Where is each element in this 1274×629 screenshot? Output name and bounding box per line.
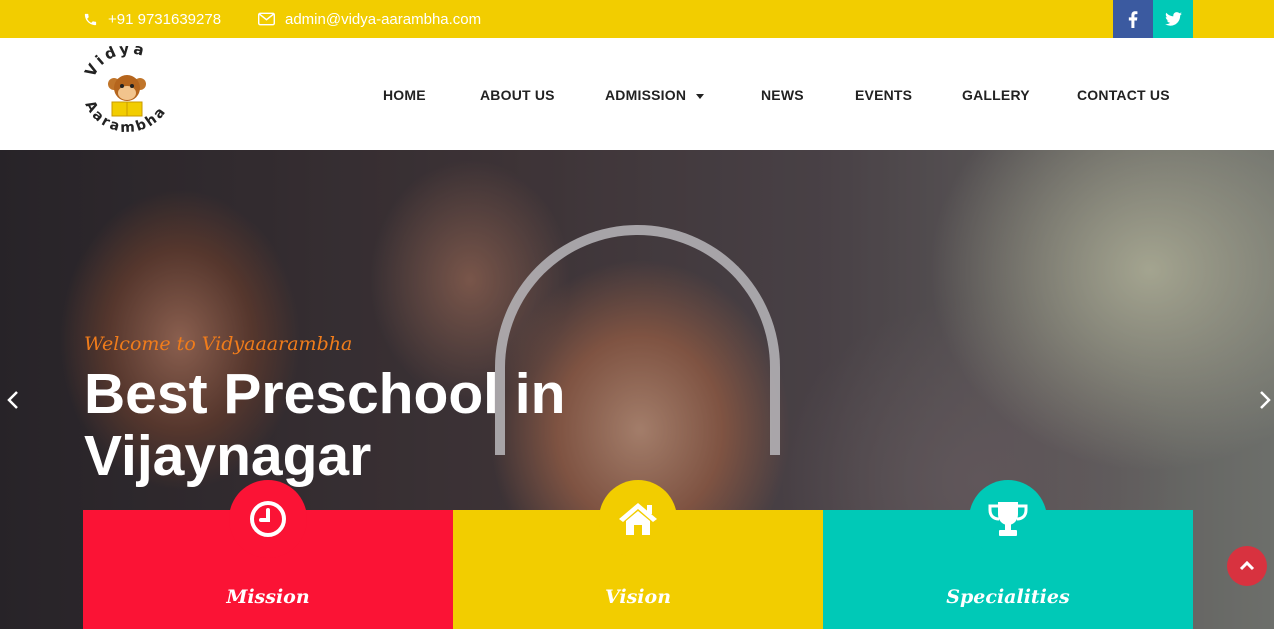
phone-contact[interactable]: +91 9731639278 xyxy=(83,0,221,38)
email-address: admin@vidya-aarambha.com xyxy=(285,10,482,28)
chevron-right-icon xyxy=(1260,391,1271,409)
chevron-up-icon xyxy=(1239,560,1255,571)
nav-contact-us[interactable]: CONTACT US xyxy=(1077,87,1170,103)
vision-label: Vision xyxy=(604,586,672,608)
monkey-mascot-icon xyxy=(108,75,146,117)
site-header: Vidya Aarambha HOME ABOUT US ADMISSION N… xyxy=(0,38,1274,150)
site-logo[interactable]: Vidya Aarambha xyxy=(78,39,178,142)
phone-number: +91 9731639278 xyxy=(108,10,222,28)
facebook-icon xyxy=(1128,10,1138,28)
hero-slider: Welcome to Vidyaaarambha Best Preschool … xyxy=(0,150,1274,629)
home-icon xyxy=(619,503,657,535)
phone-icon xyxy=(84,13,97,25)
specialities-label: Specialities xyxy=(946,586,1070,608)
slider-prev-button[interactable] xyxy=(2,388,26,412)
specialities-icon-badge xyxy=(969,480,1047,558)
mission-card[interactable]: Mission xyxy=(83,480,453,629)
nav-home[interactable]: HOME xyxy=(383,87,426,103)
specialities-card[interactable]: Specialities xyxy=(823,480,1193,629)
nav-events[interactable]: EVENTS xyxy=(855,87,912,103)
nav-gallery[interactable]: GALLERY xyxy=(962,87,1030,103)
nav-about-us[interactable]: ABOUT US xyxy=(480,87,555,103)
logo-text-top: Vidya xyxy=(81,39,146,80)
chevron-left-icon xyxy=(7,391,18,409)
hero-welcome-text: Welcome to Vidyaaarambha xyxy=(84,333,353,355)
trophy-icon xyxy=(988,502,1028,536)
nav-admission[interactable]: ADMISSION xyxy=(605,87,705,103)
nav-news[interactable]: NEWS xyxy=(761,87,804,103)
vision-icon-badge xyxy=(599,480,677,558)
clock-icon xyxy=(250,501,286,537)
vision-card[interactable]: Vision xyxy=(453,480,823,629)
top-bar: +91 9731639278 admin@vidya-aarambha.com xyxy=(0,0,1274,38)
twitter-link[interactable] xyxy=(1153,0,1193,38)
mission-label: Mission xyxy=(226,586,310,608)
envelope-icon xyxy=(258,12,275,26)
chevron-down-icon xyxy=(696,93,705,99)
slider-next-button[interactable] xyxy=(1252,388,1274,412)
scroll-to-top-button[interactable] xyxy=(1227,546,1267,586)
facebook-link[interactable] xyxy=(1113,0,1153,38)
mission-icon-badge xyxy=(229,480,307,558)
email-contact[interactable]: admin@vidya-aarambha.com xyxy=(258,0,481,38)
svg-text:Vidya: Vidya xyxy=(81,46,149,80)
hero-title: Best Preschool in Vijaynagar xyxy=(84,362,566,488)
twitter-icon xyxy=(1164,12,1182,26)
nav-admission-label: ADMISSION xyxy=(605,87,687,103)
